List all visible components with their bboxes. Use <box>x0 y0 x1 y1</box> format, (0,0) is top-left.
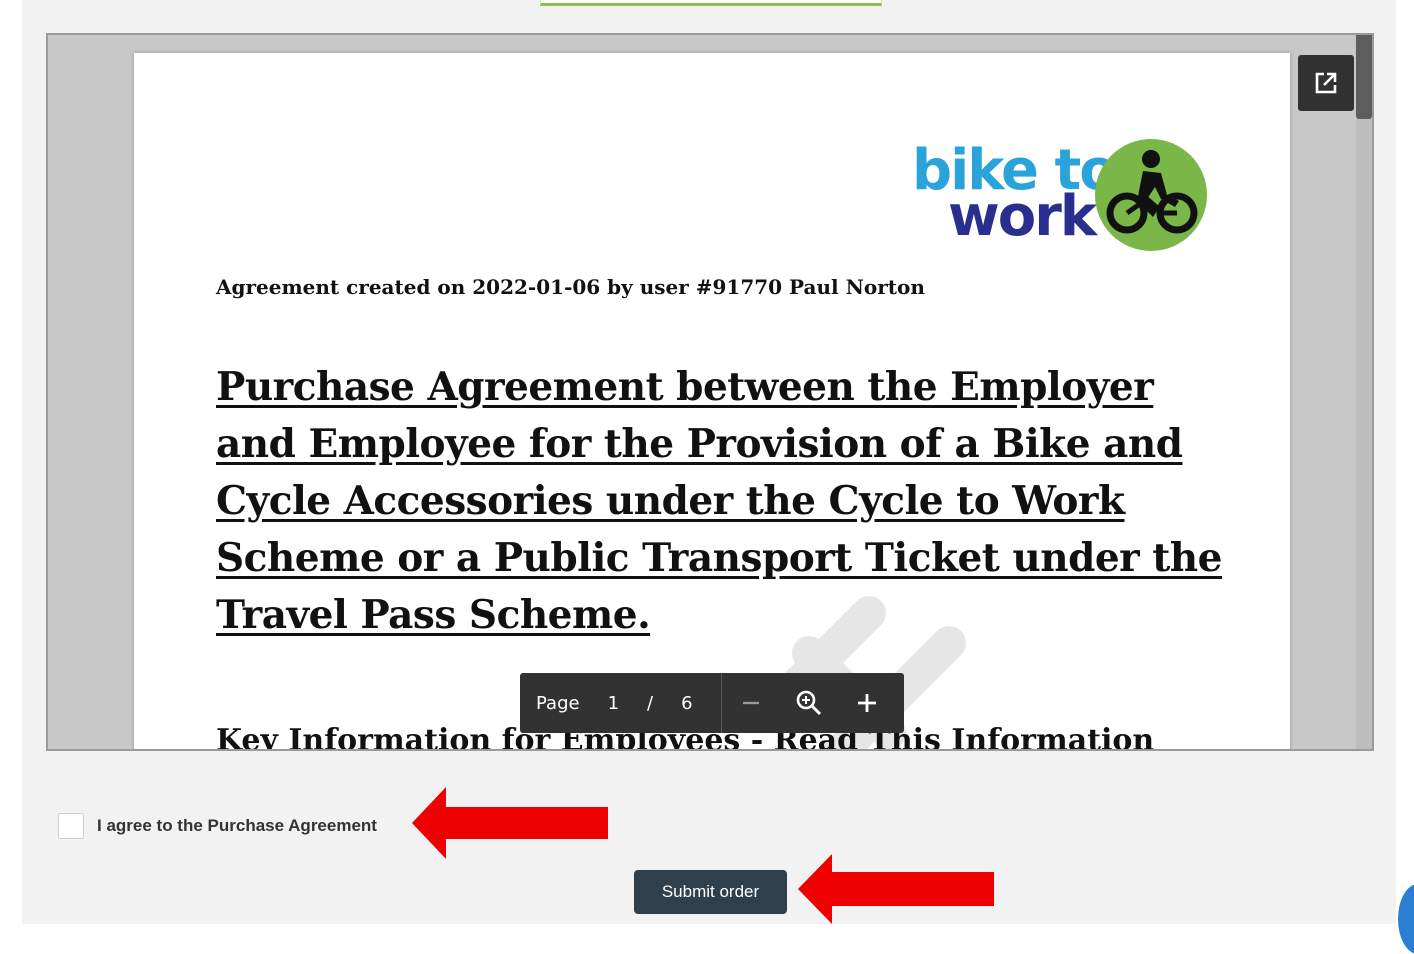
pdf-viewer[interactable]: bike to work Agreement created on 2022-0… <box>46 33 1374 751</box>
logo-line-2: work <box>948 184 1097 249</box>
plus-icon <box>857 694 876 712</box>
page-separator: / <box>647 692 654 714</box>
agree-label[interactable]: I agree to the Purchase Agreement <box>97 816 377 836</box>
top-tab-indicator <box>540 0 882 6</box>
viewer-scroll-thumb[interactable] <box>1356 35 1372 119</box>
pdf-page: bike to work Agreement created on 2022-0… <box>134 53 1290 749</box>
cyclist-icon <box>1095 139 1207 251</box>
minus-icon <box>742 701 759 705</box>
help-widget-button[interactable] <box>1398 884 1414 954</box>
submit-order-button[interactable]: Submit order <box>634 870 787 914</box>
popout-button[interactable] <box>1298 55 1354 111</box>
total-pages: 6 <box>681 692 693 714</box>
viewer-scrollbar[interactable] <box>1356 35 1372 749</box>
agreement-title: Purchase Agreement between the Employer … <box>216 364 1222 638</box>
agree-row: I agree to the Purchase Agreement <box>58 811 377 841</box>
annotation-arrow-agree <box>412 787 608 859</box>
page-label: Page <box>536 692 580 714</box>
agreement-created-line: Agreement created on 2022-01-06 by user … <box>216 275 925 299</box>
zoom-out-button[interactable] <box>722 673 780 733</box>
open-in-new-icon <box>1315 72 1337 94</box>
magnifier-icon <box>796 690 821 716</box>
page-toolbar: Page 1 / 6 <box>520 673 904 733</box>
bike-to-work-logo: bike to work <box>912 137 1212 257</box>
zoom-in-button[interactable] <box>838 673 896 733</box>
zoom-fit-button[interactable] <box>780 673 838 733</box>
current-page-input[interactable]: 1 <box>608 693 619 714</box>
annotation-arrow-submit <box>798 854 994 924</box>
agree-checkbox[interactable] <box>58 813 84 839</box>
